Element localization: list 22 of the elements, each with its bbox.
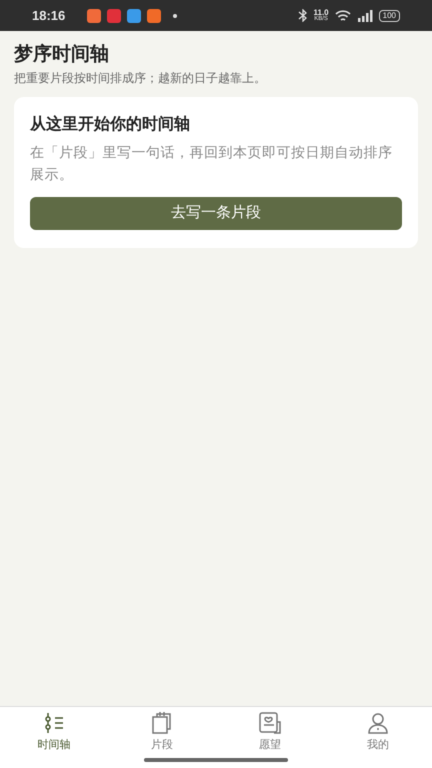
app-notification-icon	[147, 8, 162, 22]
bluetooth-icon	[298, 9, 308, 22]
app-notification-icon	[127, 8, 142, 22]
card-description: 在「片段」里写一句话，再回到本页即可按日期自动排序展示。	[30, 143, 394, 184]
signal-icon	[356, 10, 373, 22]
app-notification-icon	[107, 8, 122, 22]
app-notification-icon	[87, 8, 102, 22]
nav-tab[interactable]: 时间轴	[0, 711, 108, 754]
wifi-icon	[334, 10, 351, 22]
network-speed: 11.0	[314, 8, 329, 16]
card-title: 从这里开始你的时间轴	[30, 114, 191, 135]
battery-indicator: 100	[378, 10, 400, 22]
page-title: 梦序时间轴	[14, 43, 110, 67]
nav-tab[interactable]: 片段	[108, 711, 216, 754]
status-time: 18:16	[32, 6, 66, 25]
card-heart-icon	[258, 711, 282, 735]
write-fragment-button[interactable]: 去写一条片段	[30, 197, 402, 230]
nav-tab[interactable]: 愿望	[216, 711, 324, 754]
person-icon	[366, 711, 390, 735]
pages-icon	[150, 711, 174, 735]
page-subtitle: 把重要片段按时间排成序；越新的日子越靠上。	[14, 70, 267, 87]
nav-tab[interactable]: 我的	[324, 711, 432, 754]
